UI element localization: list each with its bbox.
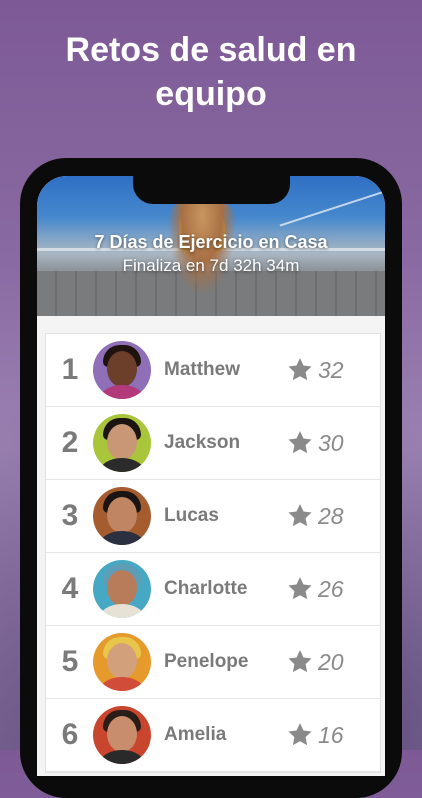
avatar[interactable] (93, 341, 151, 399)
star-icon (288, 723, 312, 746)
star-icon (288, 650, 312, 673)
participant-name: Matthew (164, 359, 240, 380)
leaderboard-row[interactable]: 6 Amelia 16 (46, 699, 380, 772)
star-icon (288, 577, 312, 600)
score-value: 20 (318, 649, 344, 675)
app-screen: 7 Días de Ejercicio en Casa Finaliza en … (37, 176, 385, 776)
leaderboard-row[interactable]: 4 Charlotte 26 (46, 553, 380, 626)
participant-name: Amelia (164, 724, 227, 745)
rank-number: 6 (61, 718, 79, 751)
challenge-title: 7 Días de Ejercicio en Casa (94, 232, 328, 252)
leaderboard-row[interactable]: 5 Penelope 20 (46, 626, 380, 699)
participant-name: Penelope (164, 651, 249, 672)
star-icon (288, 358, 312, 381)
leaderboard-row[interactable]: 2 Jackson 30 (46, 407, 380, 480)
star-icon (288, 504, 312, 527)
participant-name: Charlotte (164, 578, 248, 599)
phone-notch (133, 166, 290, 204)
participant-name: Jackson (164, 432, 241, 453)
rank-number: 4 (61, 572, 79, 605)
rank-number: 1 (61, 353, 79, 386)
score-value: 28 (318, 503, 344, 529)
rank-number: 3 (61, 499, 79, 532)
score-value: 30 (318, 430, 344, 456)
banner-railing (279, 187, 385, 227)
participant-name: Lucas (164, 505, 219, 526)
leaderboard-list: 1 Matthew 32 2 Jackson 30 3 Lucas 28 4 C… (45, 333, 381, 773)
avatar[interactable] (93, 633, 151, 691)
star-icon (288, 431, 312, 454)
leaderboard-row[interactable]: 3 Lucas 28 (46, 480, 380, 553)
avatar[interactable] (93, 706, 151, 764)
avatar[interactable] (93, 560, 151, 618)
leaderboard-row[interactable]: 1 Matthew 32 (46, 334, 380, 407)
avatar[interactable] (93, 414, 151, 472)
rank-number: 5 (61, 645, 79, 678)
challenge-countdown: Finaliza en 7d 32h 34m (122, 256, 300, 275)
promo-headline: Retos de salud en equipo (65, 31, 357, 113)
score-value: 32 (318, 357, 344, 383)
avatar[interactable] (93, 487, 151, 545)
rank-number: 2 (61, 426, 79, 459)
score-value: 26 (318, 576, 344, 602)
score-value: 16 (318, 722, 344, 748)
